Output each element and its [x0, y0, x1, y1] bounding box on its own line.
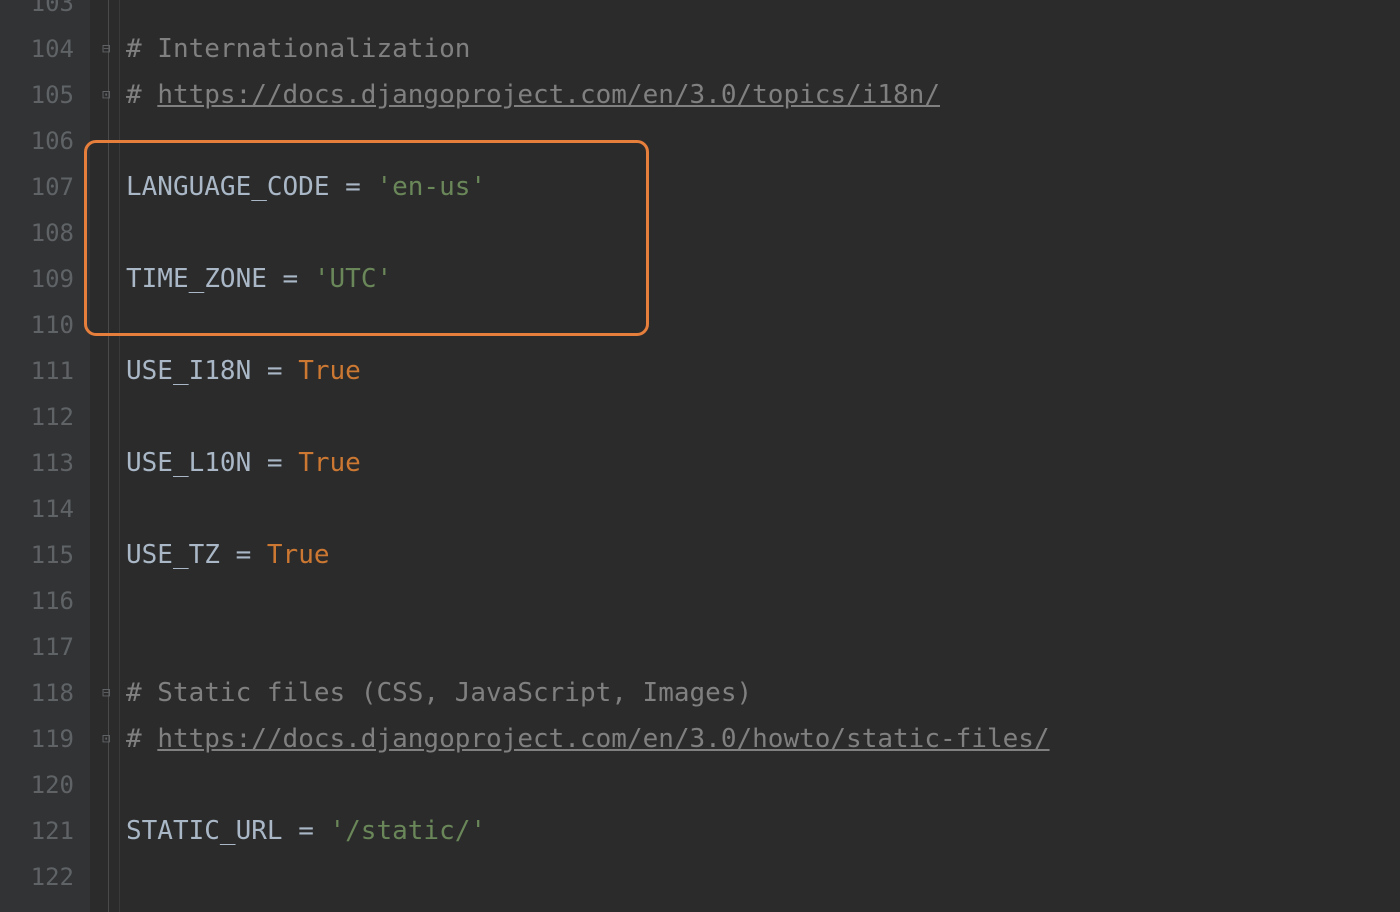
token-operator: = — [298, 816, 329, 846]
line-number: 119 — [0, 716, 90, 762]
editor-container: 1031041051061071081091101111121131141151… — [0, 0, 1400, 912]
token-comment-link: https://docs.djangoproject.com/en/3.0/ho… — [157, 724, 1049, 754]
code-line[interactable]: STATIC_URL = '/static/' — [126, 808, 1400, 854]
line-number: 116 — [0, 578, 90, 624]
code-line[interactable] — [126, 762, 1400, 808]
code-line[interactable] — [126, 854, 1400, 900]
token-comment: # Static files (CSS, JavaScript, Images) — [126, 678, 752, 708]
line-number: 111 — [0, 348, 90, 394]
line-number: 113 — [0, 440, 90, 486]
line-number: 121 — [0, 808, 90, 854]
code-line[interactable]: # Internationalization — [126, 26, 1400, 72]
token-keyword: True — [298, 448, 361, 478]
token-comment-link: https://docs.djangoproject.com/en/3.0/to… — [157, 80, 940, 110]
line-number: 120 — [0, 762, 90, 808]
line-number: 106 — [0, 118, 90, 164]
code-line[interactable]: LANGUAGE_CODE = 'en-us' — [126, 164, 1400, 210]
code-line[interactable]: USE_TZ = True — [126, 532, 1400, 578]
code-line[interactable]: # https://docs.djangoproject.com/en/3.0/… — [126, 72, 1400, 118]
fold-close-icon[interactable]: ⊡ — [102, 89, 114, 101]
line-number: 110 — [0, 302, 90, 348]
token-string: 'UTC' — [314, 264, 392, 294]
fold-open-icon[interactable]: ⊟ — [102, 43, 114, 55]
token-identifier: USE_I18N — [126, 356, 267, 386]
token-operator: = — [345, 172, 376, 202]
line-gutter: 1031041051061071081091101111121131141151… — [0, 0, 90, 912]
line-number: 114 — [0, 486, 90, 532]
fold-close-icon[interactable]: ⊡ — [102, 733, 114, 745]
line-number: 118 — [0, 670, 90, 716]
line-number: 109 — [0, 256, 90, 302]
fold-column: ⊟ ⊡ ⊟ ⊡ — [100, 0, 120, 912]
line-number: 104 — [0, 26, 90, 72]
token-identifier: TIME_ZONE — [126, 264, 283, 294]
code-line[interactable] — [126, 118, 1400, 164]
token-operator: = — [267, 448, 298, 478]
token-operator: = — [236, 540, 267, 570]
fold-open-icon[interactable]: ⊟ — [102, 687, 114, 699]
token-comment: # — [126, 724, 157, 754]
code-line[interactable]: USE_I18N = True — [126, 348, 1400, 394]
line-number: 112 — [0, 394, 90, 440]
token-string: '/static/' — [330, 816, 487, 846]
line-number: 103 — [0, 0, 90, 26]
code-line[interactable]: USE_L10N = True — [126, 440, 1400, 486]
line-number: 115 — [0, 532, 90, 578]
code-line[interactable] — [126, 210, 1400, 256]
token-identifier: USE_TZ — [126, 540, 236, 570]
line-number: 105 — [0, 72, 90, 118]
token-identifier: STATIC_URL — [126, 816, 298, 846]
code-line[interactable] — [126, 394, 1400, 440]
code-line[interactable] — [126, 578, 1400, 624]
token-identifier: LANGUAGE_CODE — [126, 172, 345, 202]
line-number: 107 — [0, 164, 90, 210]
token-string: 'en-us' — [376, 172, 486, 202]
token-operator: = — [283, 264, 314, 294]
code-line[interactable] — [126, 0, 1400, 26]
token-comment: # — [126, 80, 157, 110]
code-line[interactable] — [126, 302, 1400, 348]
token-keyword: True — [298, 356, 361, 386]
token-keyword: True — [267, 540, 330, 570]
code-line[interactable]: # https://docs.djangoproject.com/en/3.0/… — [126, 716, 1400, 762]
token-operator: = — [267, 356, 298, 386]
token-identifier: USE_L10N — [126, 448, 267, 478]
line-number: 108 — [0, 210, 90, 256]
token-comment: # Internationalization — [126, 34, 470, 64]
code-area[interactable]: # Internationalization # https://docs.dja… — [120, 0, 1400, 912]
code-line[interactable]: # Static files (CSS, JavaScript, Images) — [126, 670, 1400, 716]
line-number: 122 — [0, 854, 90, 900]
code-line[interactable] — [126, 486, 1400, 532]
fold-guide-line — [108, 0, 109, 912]
line-number: 117 — [0, 624, 90, 670]
code-line[interactable] — [126, 624, 1400, 670]
code-line[interactable]: TIME_ZONE = 'UTC' — [126, 256, 1400, 302]
